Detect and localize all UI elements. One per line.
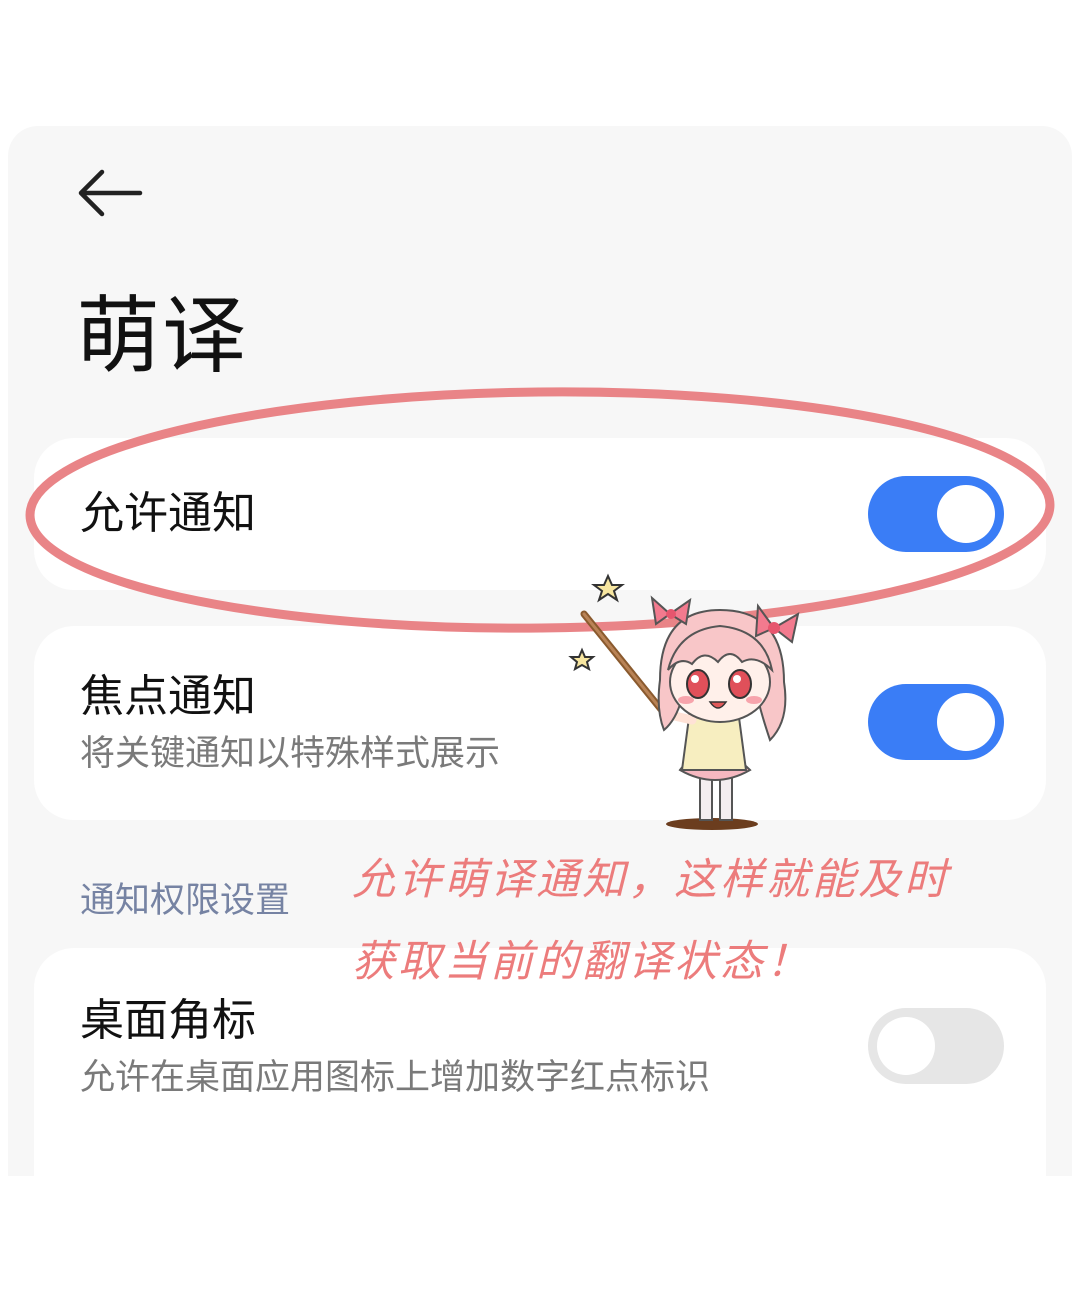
desktop-badge-toggle[interactable] (868, 1008, 1004, 1084)
focus-notifications-description: 将关键通知以特殊样式展示 (80, 734, 501, 774)
allow-notifications-label: 允许通知 (80, 488, 256, 539)
focus-notifications-label: 焦点通知 (80, 671, 256, 722)
focus-notifications-card[interactable]: 焦点通知 将关键通知以特殊样式展示 (34, 626, 1046, 820)
toggle-knob (877, 1017, 935, 1075)
annotation-caption-line-2: 获取当前的翻译状态！ (352, 937, 812, 987)
allow-notifications-toggle[interactable] (868, 476, 1004, 552)
back-button[interactable] (70, 160, 150, 230)
toggle-knob (937, 693, 995, 751)
mascot-character-icon (568, 573, 800, 830)
annotation-caption-line-1: 允许萌译通知，这样就能及时 (352, 855, 950, 905)
focus-notifications-toggle[interactable] (868, 684, 1004, 760)
toggle-knob (937, 485, 995, 543)
section-header: 通知权限设置 (80, 881, 291, 921)
allow-notifications-card[interactable]: 允许通知 (34, 438, 1046, 590)
page-title: 萌译 (76, 287, 249, 385)
desktop-badge-description: 允许在桌面应用图标上增加数字红点标识 (80, 1058, 711, 1098)
desktop-badge-label: 桌面角标 (80, 995, 256, 1046)
arrow-left-icon (78, 169, 143, 217)
